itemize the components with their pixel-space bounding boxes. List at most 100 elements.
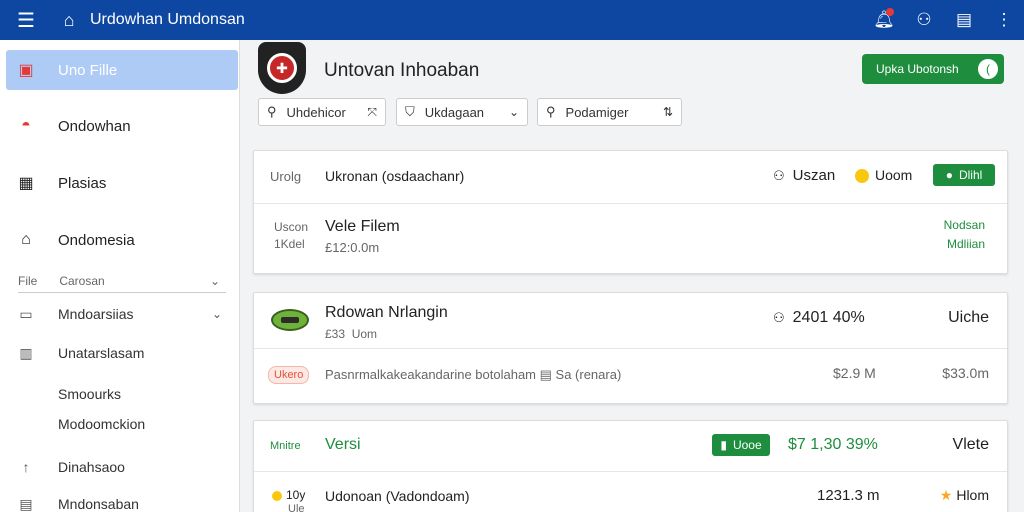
top-actions: 🔔︎ ⚇ ▤ ⋮ — [864, 0, 1024, 40]
filter-label: Uhdehicor — [286, 104, 346, 120]
primary-button-label: Upka Ubotonsh — [876, 62, 959, 76]
home-icon[interactable]: ⌂ — [54, 10, 84, 31]
sidebar: ▣ Uno Fille ◓ Ondowhan ▦ Plasias ⌂ Ondom… — [0, 40, 240, 512]
filter-search-1[interactable]: ⚲ Uhdehicor ⤧ — [258, 98, 386, 126]
card-header-coin: Uoom — [855, 167, 912, 184]
calendar-day-icon: ▥ — [19, 344, 33, 361]
card-title: Rdowan Nrlangin — [325, 304, 448, 321]
refresh-icon: ( — [976, 57, 1000, 81]
search-icon: ⚲ — [546, 104, 556, 119]
leaf-icon: ● — [945, 168, 953, 182]
list-card[interactable]: Mnitre Versi ▮ Uooe $7 1,30 39% Vlete 10y… — [253, 420, 1008, 512]
row-title: Udonoan (Vadondoam) — [325, 488, 470, 504]
coin-icon — [272, 490, 282, 501]
arrow-up-icon: ↑ — [22, 459, 30, 475]
user-icon[interactable]: ⚇ — [904, 0, 944, 40]
file-icon: ▣ — [18, 62, 34, 79]
chevron-down-icon: ⌄ — [211, 307, 222, 321]
shield-logo-icon: ✚ — [258, 42, 306, 94]
list-icon: ▤ — [19, 495, 33, 512]
status-badge[interactable]: ▮ Uooe — [712, 434, 770, 456]
primary-action-button[interactable]: Upka Ubotonsh ( — [862, 54, 1004, 84]
more-vert-icon[interactable]: ⋮ — [984, 0, 1024, 40]
inbox-icon: ⌂ — [21, 231, 31, 248]
search-icon: ⚲ — [267, 104, 277, 119]
status-badge[interactable]: ● Dlihl — [933, 164, 995, 186]
sidebar-item-label: Ondomesia — [58, 231, 135, 249]
row-label-1: Uscon — [274, 220, 309, 234]
sidebar-subitem-unatarslasam[interactable]: ▥ Unatarslasam — [6, 335, 238, 371]
sidebar-subitem-label: Unatarslasam — [58, 345, 145, 361]
list-card[interactable]: Rdowan Nrlangin £33 Uom ⚇ 2401 40% Uiche … — [253, 292, 1008, 404]
coin-icon — [855, 169, 869, 184]
people-icon: ⚇ — [773, 168, 785, 183]
sidebar-item-plasias[interactable]: ▦ Plasias — [6, 163, 238, 203]
page-title: Untovan Inhoaban — [324, 60, 480, 81]
card-header-label: Urolg — [270, 169, 302, 184]
chevron-down-icon: ⌄ — [209, 274, 220, 288]
card-value-2: $33.0m — [942, 365, 989, 381]
card-header-title: Ukronan (osdaachanr) — [325, 168, 465, 184]
app-title: Urdowhan Umdonsan — [90, 11, 245, 28]
top-app-bar: ☰ ⌂ Urdowhan Umdonsan 🔔︎ ⚇ ▤ ⋮ — [0, 0, 1024, 40]
people-icon: ⚇ — [773, 310, 785, 325]
row-left-1: 10y — [272, 488, 305, 502]
star-icon: ★ — [939, 487, 953, 503]
sidebar-subitem-label: Dinahsaoo — [58, 459, 125, 475]
thumbnail-icon — [271, 309, 309, 331]
expand-icon: ⤧ — [367, 104, 377, 119]
card-value-1: $2.9 M — [833, 365, 876, 381]
row-title: Vele Filem — [325, 218, 400, 235]
sidebar-subitem-modoomckion[interactable]: Modoomckion — [6, 406, 238, 442]
menu-icon[interactable]: ☰ — [0, 0, 52, 40]
sidebar-item-label: Plasias — [58, 174, 107, 192]
sort-icon: ⇅ — [662, 105, 673, 119]
section-label-carosan: Carosan — [59, 274, 105, 288]
filter-dropdown[interactable]: ⛉ Ukdagaan ⌄ — [396, 98, 528, 126]
sidebar-item-label: Ondowhan — [58, 117, 131, 135]
row-right-2: Mdliian — [946, 237, 985, 251]
row-right-1: Nodsan — [943, 218, 985, 232]
sidebar-item-ondomesia[interactable]: ⌂ Ondomesia — [6, 220, 238, 260]
sidebar-section-header[interactable]: File Carosan ⌄ — [18, 274, 226, 293]
status-badge: Ukero — [268, 366, 310, 384]
card-right-label: Uiche — [948, 309, 989, 326]
notification-icon[interactable]: 🔔︎ — [864, 0, 904, 40]
card-title: Versi — [325, 436, 361, 453]
sidebar-subitem-mndoarsiias[interactable]: ▭ Mndoarsiias ⌄ — [6, 296, 238, 332]
image-icon: ▭ — [19, 305, 33, 322]
row-left-2: Ule — [288, 503, 305, 512]
sidebar-subitem-label: Modoomckion — [58, 416, 146, 432]
row-label-2: 1Kdel — [274, 237, 305, 251]
card-description: Pasnrmalkakeakandarine botolaham ▤ Sa (r… — [325, 367, 622, 382]
row-value: 1231.3 m — [817, 487, 880, 504]
calendar-icon: ▦ — [18, 175, 34, 192]
sidebar-item-label: Uno Fille — [58, 61, 118, 79]
sidebar-subitem-dinahsaoo[interactable]: ↑ Dinahsaoo — [6, 449, 238, 485]
section-label-file: File — [18, 274, 38, 288]
card-stat: $7 1,30 39% — [788, 436, 878, 453]
card-subtitle: £33 Uom — [325, 327, 378, 341]
sidebar-subitem-label: Smoourks — [58, 386, 122, 402]
row-right: ★ Hlom — [939, 487, 989, 503]
card-right-label: Vlete — [952, 436, 989, 453]
sidebar-subitem-mndonsaban[interactable]: ▤ Mndonsaban — [6, 486, 238, 512]
shield-icon: ⛉ — [405, 104, 415, 119]
filter-label: Podamiger — [565, 104, 629, 120]
list-card[interactable]: Urolg Ukronan (osdaachanr) ⚇ Uszan Uoom ●… — [253, 150, 1008, 274]
filter-search-2[interactable]: ⚲ Podamiger ⇅ — [537, 98, 682, 126]
filter-label: Ukdagaan — [424, 104, 485, 120]
card-header-stat: ⚇ Uszan — [773, 167, 836, 184]
card-left-label: Mnitre — [270, 440, 301, 452]
sidebar-subitem-label: Mndonsaban — [58, 496, 139, 512]
clipboard-icon[interactable]: ▤ — [944, 0, 984, 40]
sidebar-subitem-label: Mndoarsiias — [58, 306, 134, 322]
sidebar-item-ondowhan[interactable]: ◓ Ondowhan — [6, 106, 238, 146]
row-subtitle: £12:0.0m — [325, 240, 380, 255]
check-icon: ▮ — [720, 438, 727, 452]
chevron-down-icon: ⌄ — [508, 105, 519, 119]
card-stat: ⚇ 2401 40% — [773, 309, 865, 326]
sidebar-item-uno-fille[interactable]: ▣ Uno Fille — [6, 50, 238, 90]
flag-circle-icon: ◓ — [21, 117, 31, 134]
notification-dot — [886, 8, 894, 16]
